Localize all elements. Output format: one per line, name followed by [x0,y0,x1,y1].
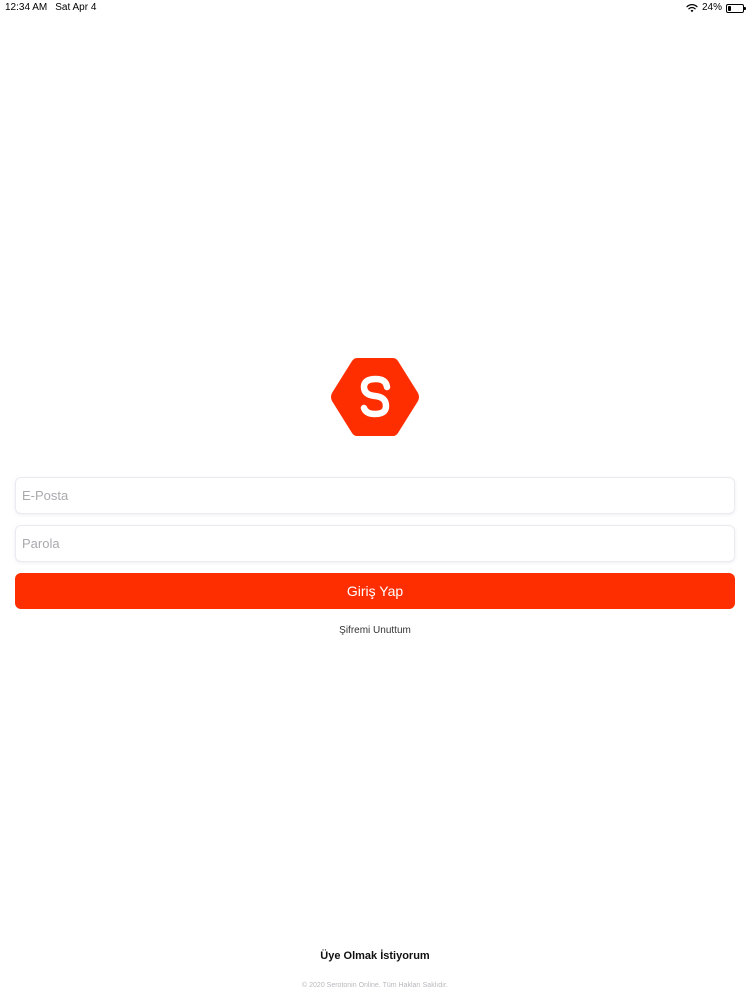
hexagon-s-logo [331,358,419,436]
battery-icon [726,3,746,13]
status-bar: 12:34 AM Sat Apr 4 24% [0,0,750,16]
copyright-text: © 2020 Serotonin Online. Tüm Hakları Sak… [302,982,448,989]
login-screen: 12:34 AM Sat Apr 4 24% Giriş Yap Şifremi… [0,0,750,1000]
login-button[interactable]: Giriş Yap [15,573,735,609]
battery-level-fill [728,5,732,11]
register-link[interactable]: Üye Olmak İstiyorum [0,950,750,962]
status-left: 12:34 AM Sat Apr 4 [5,0,96,16]
password-field[interactable] [15,525,735,562]
status-right: 24% [686,0,746,16]
status-date: Sat Apr 4 [55,2,97,13]
wifi-icon [686,3,698,13]
status-time: 12:34 AM [5,2,48,13]
email-field[interactable] [15,477,735,514]
forgot-password-link[interactable]: Şifremi Unuttum [0,625,750,636]
battery-percent: 24% [701,2,722,13]
